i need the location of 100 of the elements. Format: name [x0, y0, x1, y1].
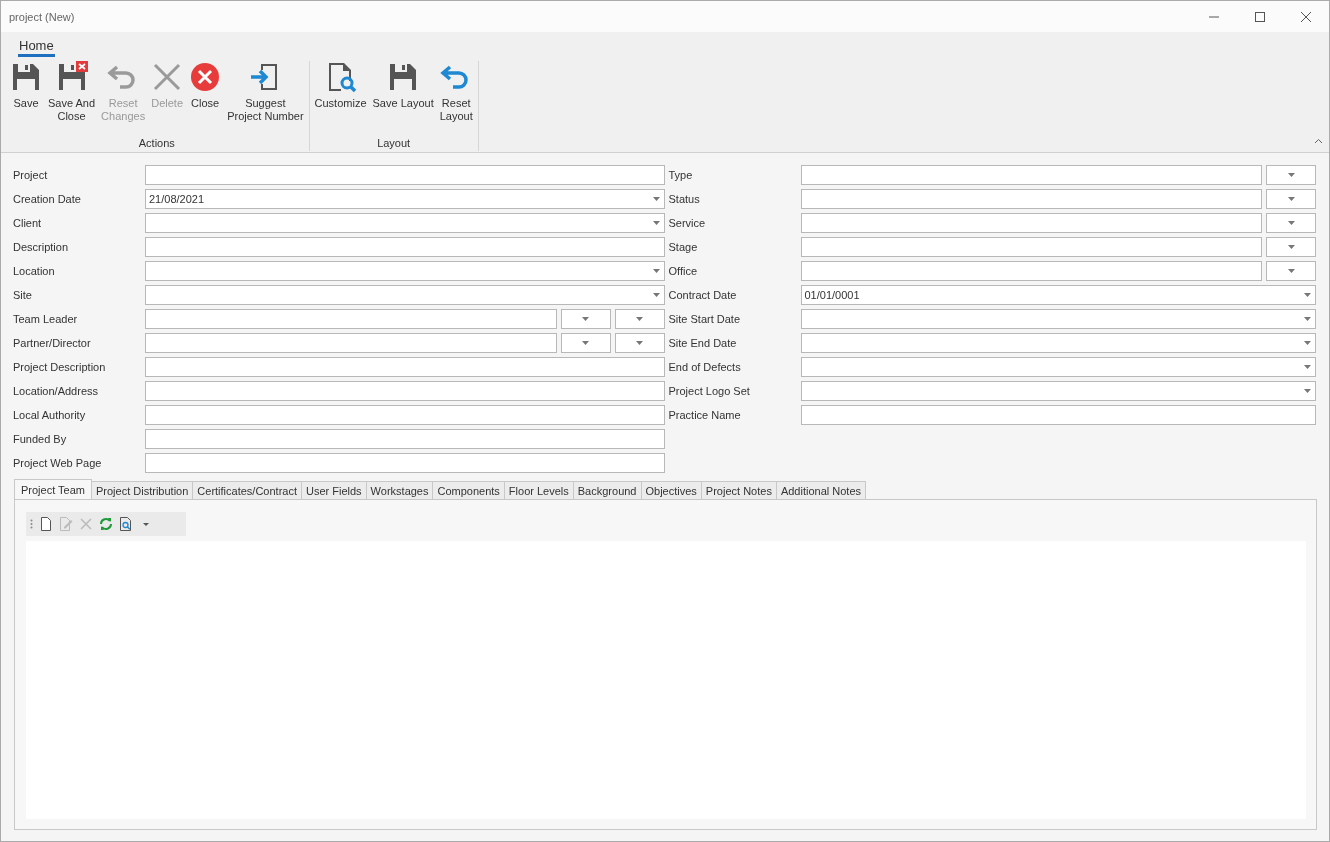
- toolbar-button[interactable]: [99, 517, 113, 531]
- print-preview-icon: [119, 517, 133, 531]
- caret-icon: [1287, 197, 1295, 201]
- caret-icon: [1304, 389, 1311, 393]
- caret-icon: [1287, 221, 1295, 225]
- field-label: Site Start Date: [668, 313, 742, 325]
- ribbon-tab[interactable]: Home: [18, 38, 55, 57]
- input-field[interactable]: [145, 381, 665, 401]
- input-field[interactable]: [800, 261, 1262, 281]
- field-label: Status: [668, 193, 701, 205]
- dropdown-button[interactable]: [560, 333, 611, 353]
- combo-box[interactable]: [800, 309, 1316, 329]
- caret-icon: [582, 317, 589, 321]
- input-field[interactable]: [800, 237, 1262, 257]
- combo-box[interactable]: [800, 357, 1316, 377]
- tab[interactable]: Project Notes: [701, 481, 777, 499]
- tab[interactable]: User Fields: [302, 481, 367, 499]
- ribbon-button[interactable]: Customize: [313, 61, 368, 110]
- field-label: Project Description: [13, 361, 107, 373]
- ribbon-button[interactable]: Close: [188, 61, 223, 110]
- field-label: Office: [668, 265, 699, 277]
- field-label: Service: [668, 217, 707, 229]
- toolbar-button[interactable]: [39, 517, 53, 531]
- tab[interactable]: Background: [573, 481, 642, 499]
- combo-box[interactable]: [145, 213, 665, 233]
- input-field[interactable]: [800, 405, 1316, 425]
- input-field[interactable]: [145, 405, 665, 425]
- caret-icon: [1304, 365, 1311, 369]
- field-label: Practice Name: [668, 409, 742, 421]
- dropdown-button[interactable]: [1266, 189, 1316, 209]
- caret-icon: [636, 341, 643, 345]
- combo-box[interactable]: [145, 261, 665, 281]
- dropdown-button[interactable]: [614, 309, 665, 329]
- input-field[interactable]: [145, 237, 665, 257]
- combo-box[interactable]: [800, 381, 1316, 401]
- dropdown-button[interactable]: [1266, 237, 1316, 257]
- field-label: Local Authority: [13, 409, 87, 421]
- field-label: Location: [13, 265, 56, 277]
- input-field[interactable]: [145, 333, 557, 353]
- toolbar-button[interactable]: [119, 517, 133, 531]
- field-label: Project Web Page: [13, 457, 103, 469]
- dropdown-button[interactable]: [1266, 165, 1316, 185]
- x-icon: [79, 517, 93, 531]
- grip-icon[interactable]: [30, 519, 33, 529]
- caret-icon: [652, 221, 660, 225]
- input-field[interactable]: [145, 453, 665, 473]
- input-field[interactable]: [800, 213, 1262, 233]
- dropdown-button[interactable]: [560, 309, 611, 329]
- caret-icon: [1287, 269, 1295, 273]
- ribbon-button[interactable]: Suggest Project Number: [226, 61, 305, 123]
- ribbon-button[interactable]: Save And Close: [47, 61, 97, 123]
- caret-icon: [652, 269, 660, 273]
- tab[interactable]: Certificates/Contract: [193, 481, 302, 499]
- field-label: Creation Date: [13, 193, 82, 205]
- caret-icon: [636, 317, 643, 321]
- close-icon: [189, 61, 222, 93]
- tab[interactable]: Project Team: [14, 479, 92, 499]
- field-label: Client: [13, 217, 43, 229]
- field-label: Contract Date: [668, 289, 738, 301]
- dropdown-button[interactable]: [614, 333, 665, 353]
- collapse-icon[interactable]: [1314, 138, 1323, 144]
- combo-box[interactable]: [800, 333, 1316, 353]
- new-page-icon: [39, 517, 53, 531]
- dropdown-button[interactable]: [1266, 261, 1316, 281]
- dropdown-button[interactable]: [1266, 213, 1316, 233]
- field-label: Description: [13, 241, 70, 253]
- input-field[interactable]: [145, 357, 665, 377]
- field-label: Location/Address: [13, 385, 99, 397]
- group-label: Actions: [138, 137, 175, 151]
- combo-box[interactable]: 21/08/2021: [145, 189, 665, 209]
- field-label: Site End Date: [668, 337, 738, 349]
- field-label: Type: [668, 169, 694, 181]
- tab[interactable]: Additional Notes: [776, 481, 866, 499]
- tab[interactable]: Workstages: [366, 481, 434, 499]
- input-field[interactable]: [145, 429, 665, 449]
- refresh-icon: [99, 517, 113, 531]
- caret-icon: [652, 197, 660, 201]
- ribbon-button[interactable]: Save Layout: [371, 61, 435, 110]
- combo-box[interactable]: 01/01/0001: [800, 285, 1316, 305]
- ribbon-button[interactable]: Reset Layout: [438, 61, 474, 123]
- tab[interactable]: Objectives: [641, 481, 702, 499]
- tab[interactable]: Floor Levels: [504, 481, 574, 499]
- tab[interactable]: Project Distribution: [92, 481, 194, 499]
- close-icon[interactable]: [1300, 10, 1312, 23]
- caret-icon: [582, 341, 589, 345]
- caret-icon: [1287, 173, 1295, 177]
- tab[interactable]: Components: [433, 481, 505, 499]
- input-field[interactable]: [800, 189, 1262, 209]
- caret-icon: [1304, 317, 1311, 321]
- field-label: Site: [13, 289, 33, 301]
- field-label: Stage: [668, 241, 699, 253]
- caret-icon: [652, 293, 660, 297]
- input-field[interactable]: [145, 309, 557, 329]
- field-label: Project Logo Set: [668, 385, 751, 397]
- input-field[interactable]: [800, 165, 1262, 185]
- ribbon-button[interactable]: Save: [9, 61, 43, 110]
- caret-icon: [1304, 293, 1311, 297]
- combo-box[interactable]: [145, 285, 665, 305]
- maximize-icon[interactable]: [1254, 10, 1266, 23]
- input-field[interactable]: [145, 165, 665, 185]
